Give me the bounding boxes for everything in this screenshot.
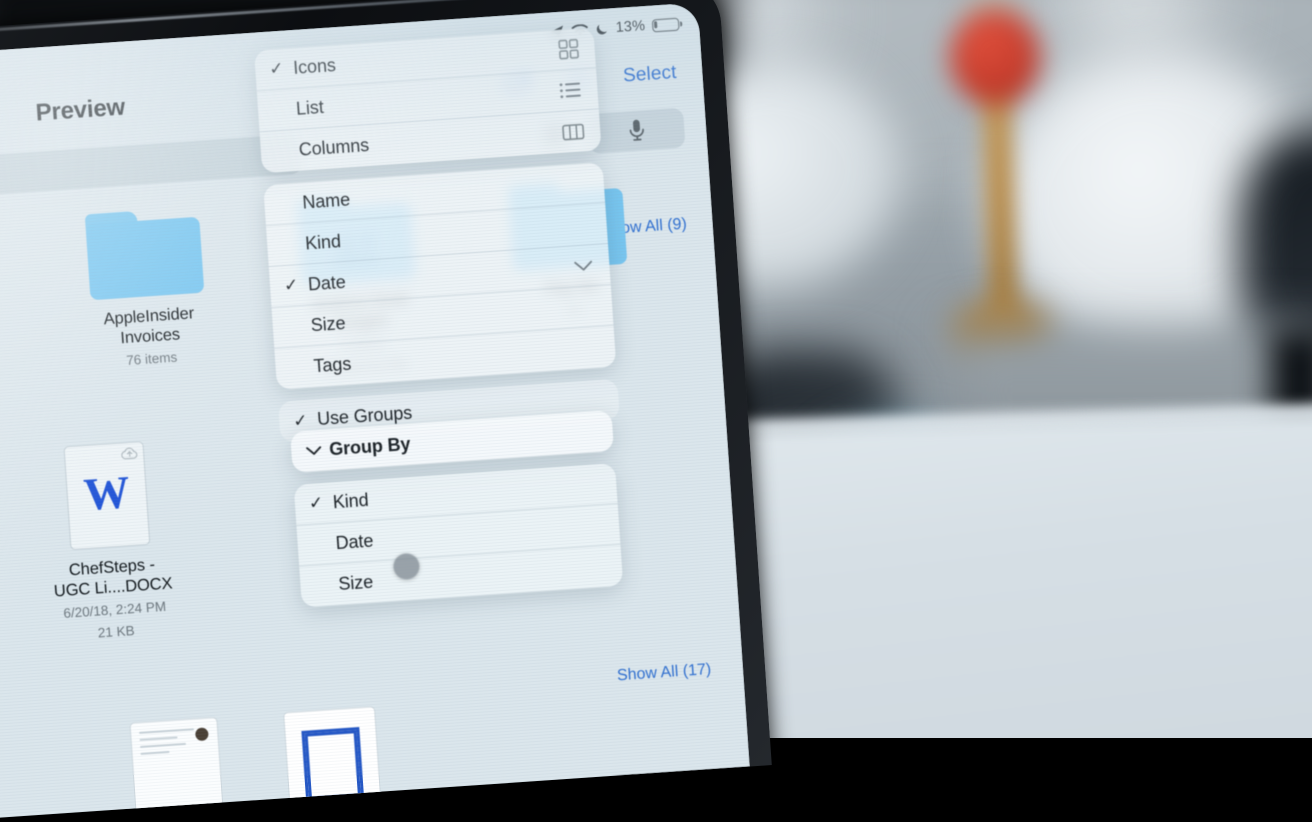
thumbnail-row: [129, 705, 383, 821]
chevron-down-icon: [573, 259, 594, 273]
view-mode-group: ✓ Icons List Columns: [253, 27, 602, 174]
icloud-download-icon: [121, 446, 139, 460]
select-button[interactable]: Select: [622, 62, 677, 88]
menu-item-label: List: [295, 96, 325, 119]
dictation-button[interactable]: [587, 107, 686, 155]
folder-item[interactable]: AppleInsider Invoices 76 items: [67, 206, 229, 395]
menu-item-label: Columns: [298, 135, 370, 160]
thumbnail-frame: [301, 727, 365, 803]
checkmark-icon: ✓: [308, 492, 324, 513]
checkmark-placeholder: [275, 150, 299, 152]
document-thumbnail[interactable]: [129, 716, 225, 821]
checkmark-icon: ✓: [292, 410, 309, 431]
battery-percent-label: 13%: [615, 17, 646, 36]
group-by-options-group: ✓ Kind Date Size: [293, 463, 624, 608]
checkmark-placeholder: [272, 109, 296, 111]
bg-desk-surface: [678, 408, 1312, 738]
checkmark-placeholder: [279, 203, 303, 205]
presentation-thumbnail[interactable]: [283, 705, 383, 821]
columns-icon: [562, 122, 585, 141]
word-doc-icon: W: [63, 441, 151, 551]
show-all-bottom-link[interactable]: Show All (17): [617, 661, 712, 685]
list-icon: [559, 80, 582, 99]
checkmark-placeholder: [287, 325, 311, 327]
battery-icon: [651, 17, 680, 32]
checkmark-placeholder: [315, 585, 339, 587]
menu-item-label: Tags: [312, 353, 352, 377]
ipad-device: 13% Preview Select Show All (9) AppleIns…: [0, 0, 772, 822]
checkmark-placeholder: [281, 244, 305, 246]
chevron-down-icon: [305, 444, 330, 457]
checkmark-placeholder: [290, 367, 314, 369]
view-options-context-menu: ✓ Icons List Columns Name Kind ✓ Date Si…: [253, 27, 632, 620]
microphone-icon: [627, 118, 646, 143]
page-title: Preview: [34, 93, 126, 127]
sort-by-group: Name Kind ✓ Date Size Tags: [263, 162, 617, 390]
checkmark-icon: ✓: [268, 58, 285, 79]
document-item[interactable]: W ChefSteps - UGC Li....DOCX 6/20/18, 2:…: [29, 439, 192, 646]
device-screen[interactable]: 13% Preview Select Show All (9) AppleIns…: [0, 2, 750, 821]
menu-item-label: Group By: [328, 433, 411, 460]
checkmark-placeholder: [312, 543, 336, 545]
menu-item-label: Size: [337, 571, 374, 595]
thumbnail-badge: [194, 727, 209, 742]
grid-icon: [558, 38, 579, 60]
bg-red-object: [950, 10, 1040, 105]
folder-icon: [84, 207, 205, 301]
checkmark-icon: ✓: [283, 275, 299, 296]
moon-icon: [595, 22, 609, 36]
folder-meta: s: [0, 340, 14, 368]
folder-name: AppleInsider Invoices: [103, 304, 195, 348]
document-grid: W User ...1.docx , 6:13 PM 6 KB: [0, 439, 192, 660]
folder-item[interactable]: bels s: [0, 220, 17, 409]
